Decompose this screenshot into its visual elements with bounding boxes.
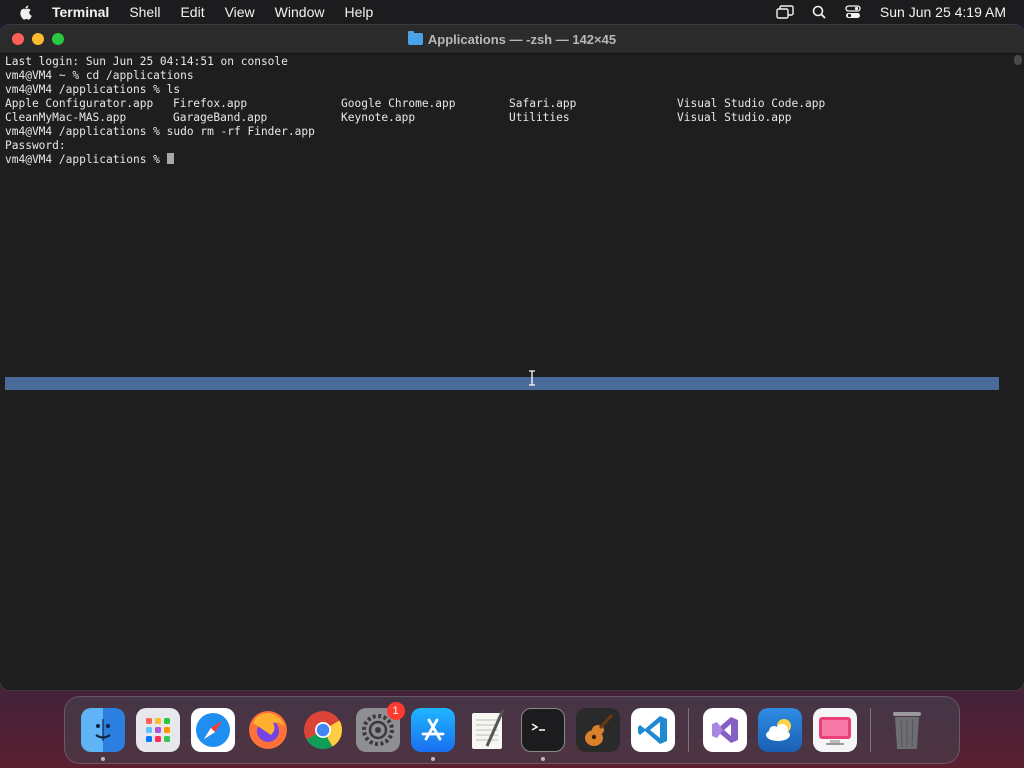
dock-safari[interactable]	[190, 708, 235, 752]
dock-terminal[interactable]	[520, 708, 565, 761]
menu-shell[interactable]: Shell	[119, 0, 170, 24]
menu-view[interactable]: View	[215, 0, 265, 24]
garageband-icon	[575, 708, 620, 752]
ls-entry: Safari.app	[509, 97, 577, 110]
ls-entry: Utilities	[509, 111, 570, 124]
cleanmymac-icon	[812, 708, 857, 752]
window-title: Applications — -zsh — 142×45	[427, 31, 617, 47]
dock-garageband[interactable]	[575, 708, 620, 752]
dock-chrome[interactable]	[301, 708, 345, 752]
apple-menu-icon[interactable]	[18, 4, 34, 20]
control-center-icon[interactable]	[844, 4, 862, 20]
terminal-scrollbar[interactable]	[1014, 55, 1022, 65]
finder-icon	[80, 708, 125, 752]
terminal-line: Password:	[5, 139, 66, 152]
trash-icon	[885, 708, 929, 752]
dock-vscode[interactable]	[630, 708, 675, 752]
running-indicator	[540, 757, 545, 761]
dock-firefox[interactable]	[246, 708, 290, 752]
ls-entry: Firefox.app	[173, 97, 248, 110]
launchpad-icon	[135, 708, 180, 752]
window-title-group: Applications — -zsh — 142×45	[0, 25, 1024, 53]
ls-entry: Google Chrome.app	[341, 97, 456, 110]
firefox-icon	[246, 708, 290, 752]
dock-textedit[interactable]	[466, 708, 510, 752]
terminal-line: vm4@VM4 /applications % sudo rm -rf Find…	[5, 125, 315, 138]
ls-entry: Keynote.app	[341, 111, 416, 124]
dock-finder[interactable]	[80, 708, 125, 761]
dock-separator	[870, 708, 871, 752]
ls-output-row: CleanMyMac-MAS.app GarageBand.app Keynot…	[5, 111, 1004, 125]
window-titlebar[interactable]: Applications — -zsh — 142×45	[0, 25, 1024, 54]
menu-window[interactable]: Window	[265, 0, 335, 24]
running-indicator	[430, 757, 435, 761]
terminal-content[interactable]: Last login: Sun Jun 25 04:14:51 on conso…	[5, 55, 1004, 690]
textedit-icon	[466, 708, 510, 752]
ls-entry: GarageBand.app	[173, 111, 268, 124]
weather-icon	[757, 708, 802, 752]
safari-icon	[190, 708, 235, 752]
terminal-line: vm4@VM4 ~ % cd /applications	[5, 69, 194, 82]
dock-separator	[688, 708, 689, 752]
dock-launchpad[interactable]	[135, 708, 180, 752]
visual-studio-icon	[702, 708, 747, 752]
dock-visual-studio[interactable]	[702, 708, 747, 752]
dock-weather[interactable]	[757, 708, 802, 752]
menu-app-name[interactable]: Terminal	[42, 0, 119, 24]
dock-cleanmymac[interactable]	[812, 708, 857, 752]
notification-badge: 1	[386, 702, 405, 720]
running-indicator	[100, 757, 105, 761]
menu-bar: Terminal Shell Edit View Window Help Sun…	[0, 0, 1024, 24]
ls-output-row: Apple Configurator.app Firefox.app Googl…	[5, 97, 1004, 111]
ibeam-cursor-icon	[529, 370, 535, 386]
spotlight-search-icon[interactable]	[810, 4, 828, 20]
dock-trash[interactable]	[885, 708, 929, 752]
vscode-icon	[630, 708, 675, 752]
ls-entry: Apple Configurator.app	[5, 97, 154, 110]
dock-system-settings[interactable]: 1	[355, 702, 405, 752]
ls-entry: Visual Studio Code.app	[677, 97, 826, 110]
menu-help[interactable]: Help	[334, 0, 383, 24]
ls-entry: CleanMyMac-MAS.app	[5, 111, 127, 124]
terminal-prompt-line: vm4@VM4 /applications %	[5, 153, 1004, 167]
menu-edit[interactable]: Edit	[170, 0, 214, 24]
text-cursor	[166, 153, 174, 164]
menu-clock[interactable]: Sun Jun 25 4:19 AM	[880, 4, 1006, 20]
dock: 1	[64, 696, 960, 764]
terminal-window: Applications — -zsh — 142×45 Last login:…	[0, 25, 1024, 690]
ls-entry: Visual Studio.app	[677, 111, 792, 124]
chrome-icon	[301, 708, 345, 752]
terminal-line: Last login: Sun Jun 25 04:14:51 on conso…	[5, 55, 288, 68]
terminal-line: vm4@VM4 /applications % ls	[5, 83, 181, 96]
folder-icon	[407, 31, 423, 45]
app-store-icon	[410, 708, 455, 752]
terminal-prompt: vm4@VM4 /applications %	[5, 153, 167, 166]
text-selection-highlight	[5, 377, 999, 390]
screen-mirroring-icon[interactable]	[776, 4, 794, 20]
dock-app-store[interactable]	[410, 708, 455, 761]
terminal-icon	[520, 708, 565, 752]
